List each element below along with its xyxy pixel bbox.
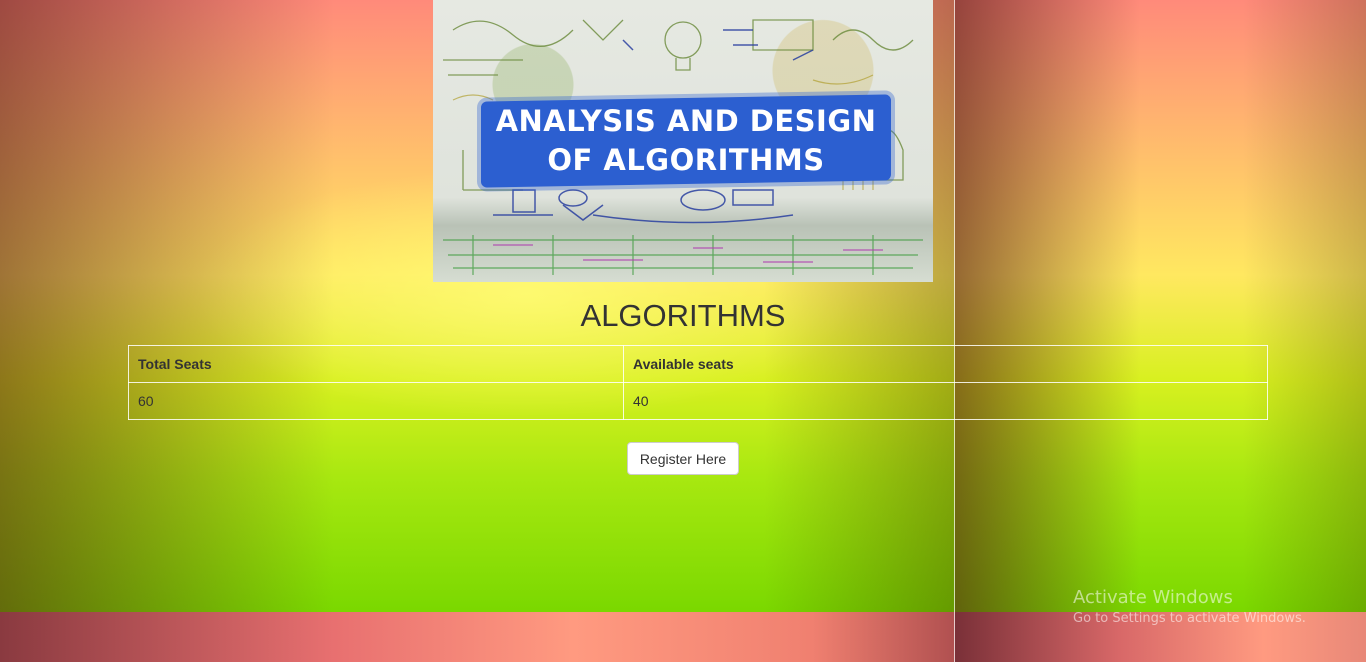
table-header-row: Total Seats Available seats: [128, 345, 1268, 383]
banner-title-line1: ANALYSIS AND DESIGN: [495, 104, 877, 138]
activate-windows-watermark: Activate Windows Go to Settings to activ…: [1073, 587, 1306, 629]
watermark-subtitle: Go to Settings to activate Windows.: [1073, 611, 1306, 626]
register-button[interactable]: Register Here: [627, 442, 739, 475]
course-banner-image: ANALYSIS AND DESIGN OF ALGORITHMS: [433, 0, 933, 282]
seats-table: Total Seats Available seats 60 40: [128, 345, 1268, 420]
cell-available-seats: 40: [623, 382, 1268, 420]
cell-total-seats: 60: [128, 382, 624, 420]
table-row: 60 40: [128, 382, 1268, 420]
banner-title-line2: OF ALGORITHMS: [547, 143, 825, 177]
page-title: ALGORITHMS: [580, 298, 786, 333]
header-available-seats: Available seats: [623, 345, 1268, 383]
background-strip-bottom-left: [0, 612, 955, 662]
watermark-title: Activate Windows: [1073, 587, 1233, 608]
header-total-seats: Total Seats: [128, 345, 624, 383]
page-background: ANALYSIS AND DESIGN OF ALGORITHMS ALGORI…: [0, 0, 1366, 662]
